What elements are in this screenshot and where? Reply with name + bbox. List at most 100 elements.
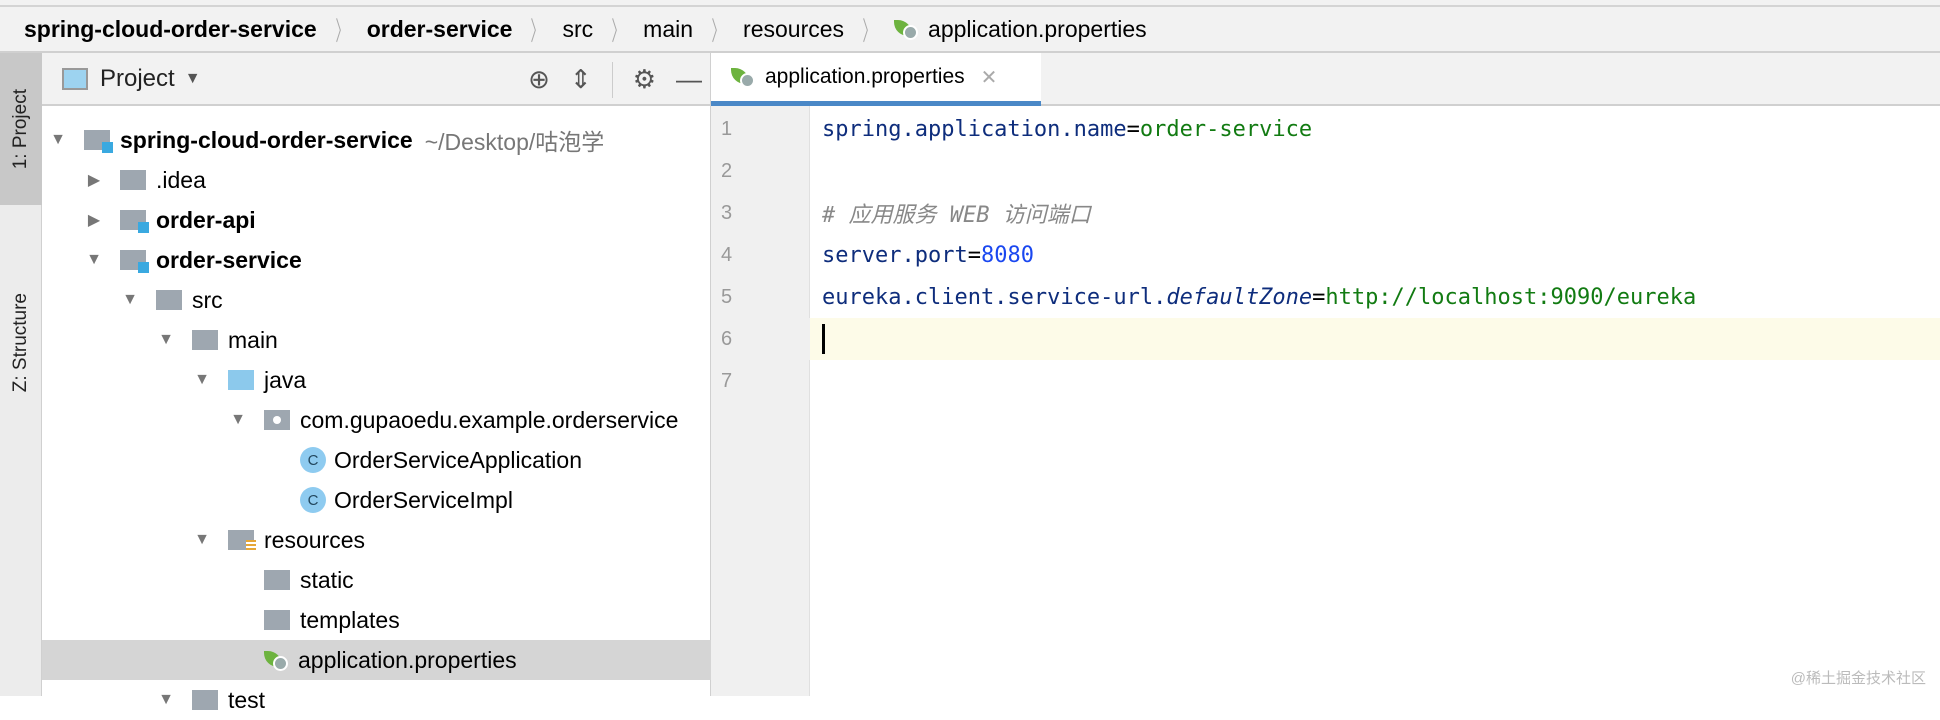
chevron-down-icon[interactable]: ▼ [156, 331, 176, 349]
module-icon [120, 250, 149, 273]
tab-label: application.properties [765, 65, 965, 88]
line-number: 1 [721, 117, 733, 140]
tree-item-label: application.properties [298, 646, 517, 673]
line-number: 5 [721, 285, 733, 308]
chevron-right-icon: 〉 [335, 15, 349, 46]
tab-application-properties[interactable]: application.properties ✕ [711, 53, 1041, 106]
spring-properties-icon [264, 649, 288, 671]
equals: = [1312, 284, 1326, 310]
text-caret [822, 324, 825, 354]
tree-item-package[interactable]: ▼ com.gupaoedu.example.orderservice [42, 400, 711, 440]
tree-item-label: order-api [156, 206, 256, 233]
tree-item-order-service[interactable]: ▼ order-service [42, 240, 711, 280]
gear-icon[interactable]: ⚙ [633, 64, 656, 95]
tree-item-application-properties[interactable]: application.properties [42, 640, 711, 680]
property-key: eureka.client.service-url. [822, 284, 1167, 310]
crumb-resources[interactable]: resources [743, 16, 844, 43]
chevron-down-icon[interactable]: ▼ [185, 70, 201, 88]
code-line-current[interactable]: 6 [711, 318, 1940, 360]
tree-item-main[interactable]: ▼ main [42, 320, 711, 360]
tree-item-label: test [228, 686, 266, 713]
code-line[interactable]: 7 [711, 360, 1940, 402]
tool-tab-structure[interactable]: Z: Structure [0, 233, 42, 453]
tree-item-order-api[interactable]: ▶ order-api [42, 200, 711, 240]
tree-item-templates[interactable]: templates [42, 600, 711, 640]
comment: # 应用服务 WEB 访问端口 [822, 203, 1091, 228]
folder-icon [192, 330, 218, 350]
code-line[interactable]: 2 [711, 150, 1940, 192]
code-line[interactable]: 5 eureka.client.service-url.defaultZone=h… [711, 276, 1940, 318]
folder-icon [120, 170, 146, 190]
chevron-right-icon[interactable]: ▶ [84, 210, 104, 230]
tree-item-java[interactable]: ▼ java [42, 360, 711, 400]
source-folder-icon [228, 370, 254, 390]
spring-boot-class-icon: C [300, 447, 326, 473]
tree-item-label: java [264, 366, 307, 393]
chevron-down-icon[interactable]: ▼ [48, 131, 68, 149]
spring-properties-icon [731, 66, 755, 88]
tool-tab-project[interactable]: 1: Project [0, 53, 42, 205]
line-number: 2 [721, 159, 733, 182]
tree-item-label: resources [264, 526, 365, 553]
tree-item-idea[interactable]: ▶ .idea [42, 160, 711, 200]
project-panel-header: Project ▼ ⊕ ⇕ ⚙ — [42, 53, 710, 106]
class-icon: C [300, 487, 326, 513]
crumb-src[interactable]: src [562, 16, 593, 43]
tree-item-order-service-impl[interactable]: C OrderServiceImpl [42, 480, 711, 520]
property-key: spring.application.name [822, 116, 1127, 142]
property-key: server.port [822, 242, 968, 268]
tree-item-static[interactable]: static [42, 560, 711, 600]
tree-item-root[interactable]: ▼ spring-cloud-order-service ~/Desktop/咕泡学 [42, 120, 711, 160]
chevron-down-icon[interactable]: ▼ [156, 691, 176, 709]
project-view-selector[interactable]: Project [100, 65, 175, 93]
crumb-project[interactable]: spring-cloud-order-service [24, 16, 317, 43]
chevron-down-icon[interactable]: ▼ [120, 291, 140, 309]
crumb-main[interactable]: main [643, 16, 693, 43]
folder-icon [264, 610, 290, 630]
chevron-down-icon[interactable]: ▼ [228, 411, 248, 429]
equals: = [967, 242, 981, 268]
watermark: @稀土掘金技术社区 [1790, 670, 1926, 687]
tree-item-label: OrderServiceApplication [334, 446, 583, 473]
collapse-all-icon[interactable]: ⇕ [570, 64, 592, 95]
folder-icon [264, 570, 290, 590]
code-line[interactable]: 1 spring.application.name=order-service [711, 108, 1940, 150]
chevron-right-icon: 〉 [611, 15, 625, 46]
close-icon[interactable]: ✕ [981, 65, 998, 90]
package-icon [264, 410, 290, 430]
code-line[interactable]: 3 # 应用服务 WEB 访问端口 [711, 192, 1940, 234]
tree-item-test[interactable]: ▼ test [42, 680, 711, 720]
crumb-module[interactable]: order-service [367, 16, 513, 43]
chevron-down-icon[interactable]: ▼ [192, 531, 212, 549]
module-icon [120, 210, 149, 233]
line-number: 3 [721, 201, 733, 224]
code-line[interactable]: 4 server.port=8080 [711, 234, 1940, 276]
tree-item-src[interactable]: ▼ src [42, 280, 711, 320]
chevron-right-icon: 〉 [711, 15, 725, 46]
tree-item-label: main [228, 326, 278, 353]
chevron-down-icon[interactable]: ▼ [192, 371, 212, 389]
minimize-icon[interactable]: — [676, 64, 702, 95]
tool-window-strip: 1: Project Z: Structure [0, 53, 42, 696]
tree-item-label: spring-cloud-order-service [120, 126, 413, 153]
line-number: 7 [721, 369, 733, 392]
property-value: 8080 [980, 242, 1034, 268]
tree-item-label: OrderServiceImpl [334, 486, 513, 513]
chevron-right-icon: 〉 [530, 15, 544, 46]
crumb-file[interactable]: application.properties [928, 16, 1147, 43]
chevron-right-icon: 〉 [862, 15, 876, 46]
tree-item-label: order-service [156, 246, 302, 273]
spring-properties-icon [894, 18, 919, 40]
module-icon [84, 130, 113, 153]
tree-item-resources[interactable]: ▼ resources [42, 520, 711, 560]
chevron-down-icon[interactable]: ▼ [84, 251, 104, 269]
chevron-right-icon[interactable]: ▶ [84, 170, 104, 190]
folder-icon [156, 290, 182, 310]
tree-item-order-service-application[interactable]: C OrderServiceApplication [42, 440, 711, 480]
equals: = [1126, 116, 1140, 142]
project-panel: Project ▼ ⊕ ⇕ ⚙ — ▼ spring-cloud-order-se… [42, 53, 711, 713]
tree-item-label: .idea [156, 166, 206, 193]
line-number: 6 [711, 318, 810, 360]
locate-icon[interactable]: ⊕ [528, 64, 550, 95]
project-view-icon [62, 67, 88, 90]
